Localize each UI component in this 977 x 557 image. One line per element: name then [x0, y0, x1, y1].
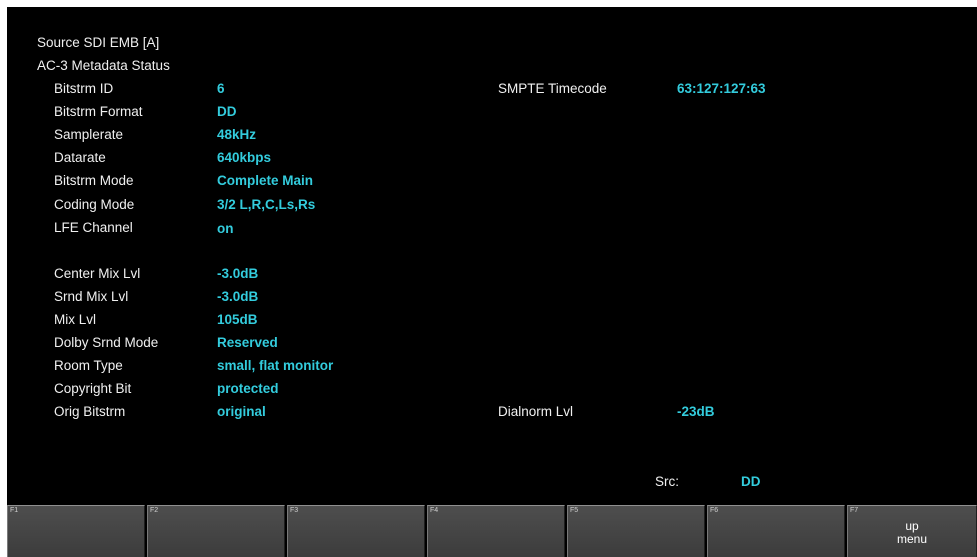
f7-key-id: F7 — [850, 507, 859, 514]
param-value-bitstrm-format: DD — [217, 104, 237, 119]
monitor-screen: Source SDI EMB [A] AC-3 Metadata Status … — [7, 7, 977, 557]
f5-key-id: F5 — [570, 507, 579, 514]
param-value-center-mix-lvl: -3.0dB — [217, 266, 259, 281]
param-value-samplerate: 48kHz — [217, 127, 257, 142]
up-menu-label: up menu — [896, 519, 928, 546]
param-label-srnd-mix-lvl: Srnd Mix Lvl — [54, 289, 129, 304]
param-label-mix-lvl: Mix Lvl — [54, 312, 97, 327]
f3-key[interactable]: F3 — [287, 505, 425, 557]
param-value-room-type: small, flat monitor — [217, 358, 334, 373]
param-value-bitstrm-id: 6 — [217, 81, 225, 96]
param-label-center-mix-lvl: Center Mix Lvl — [54, 266, 141, 281]
f1-key[interactable]: F1 — [7, 505, 145, 557]
source-title: Source SDI EMB [A] — [37, 35, 160, 50]
param-label-bitstrm-format: Bitstrm Format — [54, 104, 143, 119]
source-status-value: DD — [741, 474, 761, 489]
param-label-lfe-channel: LFE Channel — [54, 220, 133, 235]
param-value-dolby-srnd-mode: Reserved — [217, 335, 278, 350]
f2-key-id: F2 — [150, 507, 159, 514]
source-status-label: Src: — [655, 474, 680, 489]
up-menu-button[interactable]: F7 up menu — [847, 505, 977, 557]
param-label-dolby-srnd-mode: Dolby Srnd Mode — [54, 335, 159, 350]
param-label-coding-mode: Coding Mode — [54, 197, 135, 212]
param-value-copyright-bit: protected — [217, 381, 279, 396]
f5-key[interactable]: F5 — [567, 505, 705, 557]
param-label-room-type: Room Type — [54, 358, 123, 373]
param-value-lfe-channel: on — [217, 221, 234, 236]
f4-key-id: F4 — [430, 507, 439, 514]
param-label-bitstrm-id: Bitstrm ID — [54, 81, 114, 96]
param-value-mix-lvl: 105dB — [217, 312, 258, 327]
f1-key-id: F1 — [10, 507, 19, 514]
f2-key[interactable]: F2 — [147, 505, 285, 557]
f6-key-id: F6 — [710, 507, 719, 514]
f4-key[interactable]: F4 — [427, 505, 565, 557]
param-label-smpte-timecode: SMPTE Timecode — [498, 81, 607, 96]
param-label-dialnorm-lvl: Dialnorm Lvl — [498, 404, 574, 419]
param-value-datarate: 640kbps — [217, 150, 272, 165]
f3-key-id: F3 — [290, 507, 299, 514]
param-label-copyright-bit: Copyright Bit — [54, 381, 132, 396]
param-value-dialnorm-lvl: -23dB — [677, 404, 715, 419]
f6-key[interactable]: F6 — [707, 505, 845, 557]
param-value-srnd-mix-lvl: -3.0dB — [217, 289, 259, 304]
param-value-coding-mode: 3/2 L,R,C,Ls,Rs — [217, 197, 316, 212]
param-value-orig-bitstrm: original — [217, 404, 266, 419]
param-label-orig-bitstrm: Orig Bitstrm — [54, 404, 126, 419]
param-value-smpte-timecode: 63:127:127:63 — [677, 81, 766, 96]
function-key-bar: F1 F2 F3 F4 F5 F6 F7 up menu — [7, 505, 977, 557]
page-title: AC-3 Metadata Status — [37, 58, 170, 73]
param-label-datarate: Datarate — [54, 150, 106, 165]
param-value-bitstrm-mode: Complete Main — [217, 173, 314, 188]
param-label-samplerate: Samplerate — [54, 127, 124, 142]
param-label-bitstrm-mode: Bitstrm Mode — [54, 173, 134, 188]
